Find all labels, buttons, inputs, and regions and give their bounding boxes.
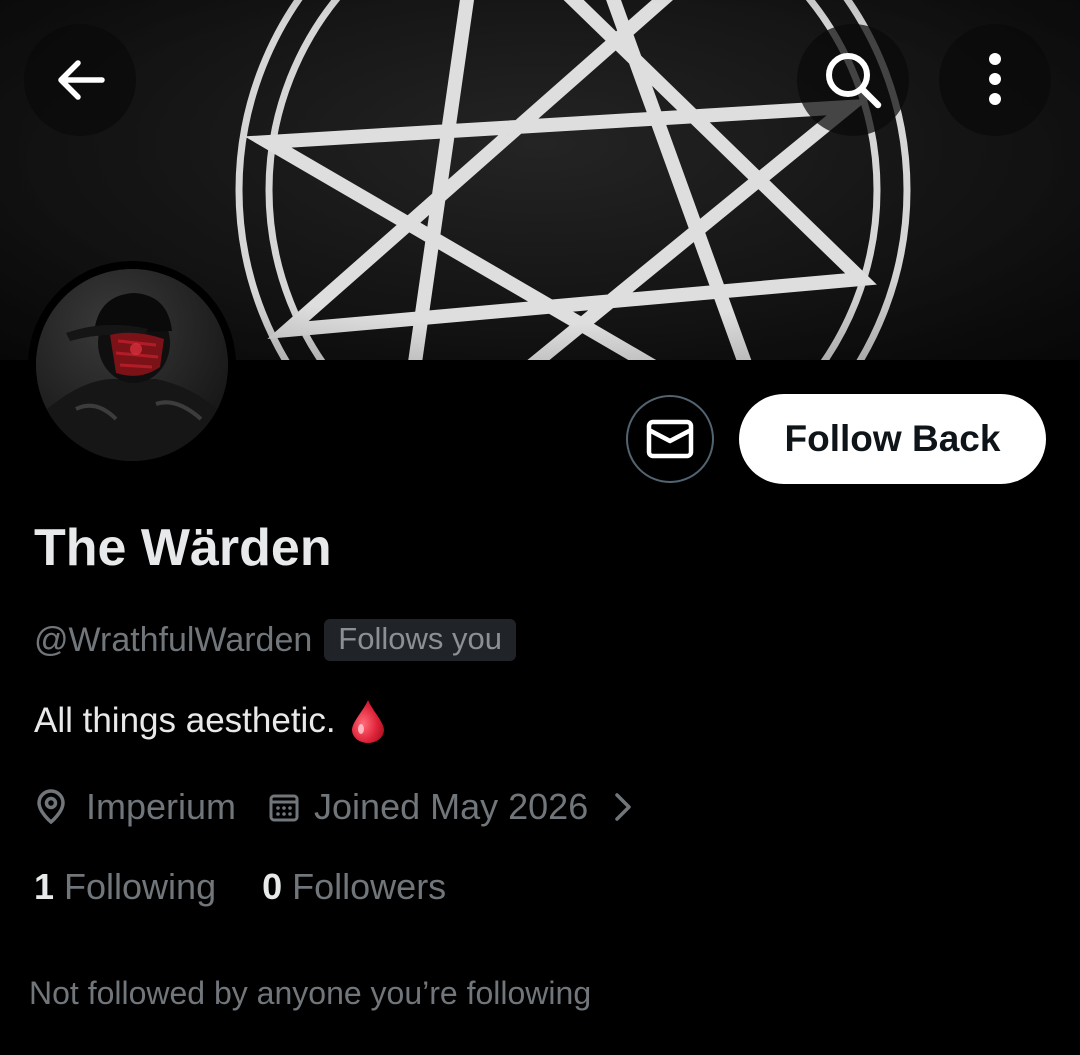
following-link[interactable]: 1 Following xyxy=(34,866,216,908)
bio-text: All things aesthetic. xyxy=(34,701,336,740)
more-options-button[interactable] xyxy=(939,24,1051,136)
location-pin-icon xyxy=(34,788,68,826)
envelope-icon xyxy=(646,419,694,459)
followers-link[interactable]: 0 Followers xyxy=(262,866,446,908)
bio: All things aesthetic. xyxy=(34,698,386,744)
more-vertical-icon xyxy=(989,53,1001,105)
user-handle: @WrathfulWarden xyxy=(34,620,313,659)
follows-you-badge: Follows you xyxy=(324,619,516,661)
joined-date-text: Joined May 2026 xyxy=(314,786,589,827)
arrow-left-icon xyxy=(58,60,105,100)
mutual-followers-note: Not followed by anyone you’re following xyxy=(29,975,592,1011)
following-label: Following xyxy=(64,866,217,907)
follow-stats: 1 Following 0 Followers xyxy=(34,866,446,908)
handle-row: @WrathfulWarden Follows you xyxy=(34,618,516,662)
drop-of-blood-icon xyxy=(350,698,386,744)
follow-back-button[interactable]: Follow Back xyxy=(739,394,1046,484)
avatar-image xyxy=(36,269,228,461)
location-text: Imperium xyxy=(86,786,237,827)
chevron-right-icon[interactable] xyxy=(614,792,632,822)
avatar[interactable] xyxy=(36,269,228,461)
calendar-icon xyxy=(268,791,300,823)
followers-count: 0 xyxy=(262,866,283,907)
followers-label: Followers xyxy=(292,866,447,907)
search-button[interactable] xyxy=(797,24,909,136)
message-button[interactable] xyxy=(626,395,714,483)
search-icon xyxy=(826,53,882,109)
display-name: The Wärden xyxy=(34,519,332,577)
profile-meta-row: Imperium Joined May 2026 xyxy=(34,782,632,832)
back-button[interactable] xyxy=(24,24,136,136)
following-count: 1 xyxy=(34,866,55,907)
